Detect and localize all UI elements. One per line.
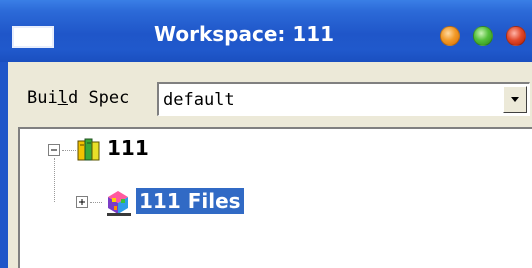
tree-connector <box>54 158 55 202</box>
chevron-down-icon <box>511 96 519 102</box>
build-spec-label: Build Spec <box>27 88 130 108</box>
maximize-button[interactable] <box>473 26 493 46</box>
tree-connector <box>90 202 102 203</box>
minimize-button[interactable] <box>440 26 460 46</box>
workspace-window: Workspace: 111 Build Spec default 111 11… <box>0 0 532 268</box>
files-folder-icon <box>107 191 131 216</box>
close-button[interactable] <box>506 26 526 46</box>
plus-icon <box>79 199 85 205</box>
tree-connector <box>62 150 76 151</box>
workspace-icon <box>77 138 100 161</box>
window-frame <box>0 62 8 268</box>
window-icon <box>12 26 54 48</box>
dropdown-button[interactable] <box>503 86 527 113</box>
window-title: Workspace: 111 <box>154 22 335 46</box>
tree-node-files-label[interactable]: 111 Files <box>136 188 244 214</box>
build-spec-select[interactable]: default <box>157 82 530 116</box>
build-spec-value: default <box>163 90 235 110</box>
minus-icon <box>51 149 57 151</box>
expand-toggle[interactable] <box>76 196 88 208</box>
workspace-tree[interactable]: 111 111 Files <box>18 127 532 268</box>
collapse-toggle[interactable] <box>48 144 60 156</box>
title-bar[interactable]: Workspace: 111 <box>0 0 532 62</box>
tree-node-root-label[interactable]: 111 <box>104 135 152 161</box>
